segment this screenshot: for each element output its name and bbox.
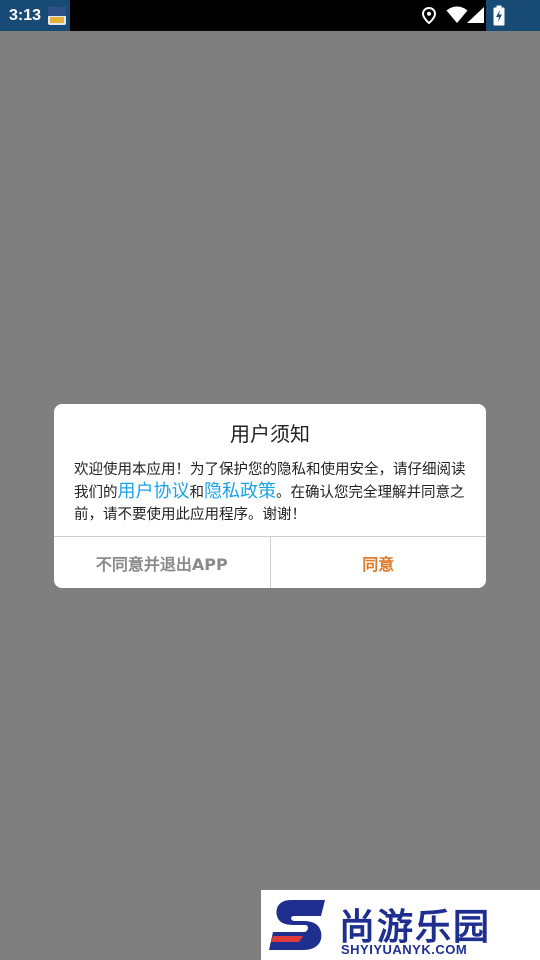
body-text-and: 和 — [189, 485, 205, 501]
agree-button[interactable]: 同意 — [271, 537, 487, 588]
watermark-logo-icon — [269, 900, 325, 950]
status-time: 3:13 — [9, 6, 42, 24]
dialog-button-row: 不同意并退出APP 同意 — [54, 536, 486, 588]
user-agreement-link[interactable]: 用户协议 — [118, 481, 190, 502]
signal-icon — [467, 7, 484, 23]
decline-exit-button[interactable]: 不同意并退出APP — [54, 537, 271, 588]
app-notification-icon — [48, 7, 66, 25]
user-notice-dialog: 用户须知 欢迎使用本应用！为了保护您的隐私和使用安全，请仔细阅读我们的用户协议和… — [54, 404, 486, 588]
site-watermark: 尚游乐园 SHYIYUANYK.COM — [261, 890, 540, 960]
battery-charging-icon — [493, 5, 505, 26]
wifi-icon — [446, 6, 468, 23]
privacy-policy-link[interactable]: 隐私政策 — [204, 481, 276, 502]
dialog-title: 用户须知 — [230, 422, 310, 446]
dialog-body: 欢迎使用本应用！为了保护您的隐私和使用安全，请仔细阅读我们的用户协议和隐私政策。… — [74, 459, 467, 526]
watermark-url: SHYIYUANYK.COM — [341, 942, 468, 957]
status-bar: 3:13 — [0, 0, 540, 31]
location-icon — [422, 7, 436, 24]
